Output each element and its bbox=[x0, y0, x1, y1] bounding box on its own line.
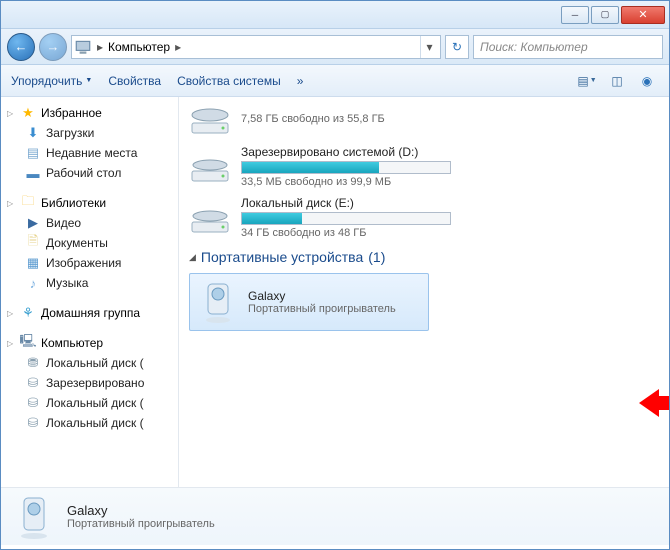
minimize-button[interactable]: ─ bbox=[561, 6, 589, 24]
toolbar: Упорядочить▼ Свойства Свойства системы »… bbox=[1, 65, 669, 97]
device-type: Портативный проигрыватель bbox=[248, 303, 396, 315]
drive-name: Локальный диск (E:) bbox=[241, 196, 659, 210]
back-button[interactable]: ← bbox=[7, 33, 35, 61]
sidebar-item-drive[interactable]: ⛁Локальный диск ( bbox=[1, 393, 178, 413]
status-name: Galaxy bbox=[67, 503, 215, 518]
download-icon: ⬇ bbox=[25, 125, 41, 141]
libraries-icon: 🗀 bbox=[20, 195, 36, 211]
nav-bar: ← → ▸ Компьютер ▸ ▾ ↻ Поиск: Компьютер bbox=[1, 29, 669, 65]
help-button[interactable]: ◉ bbox=[635, 70, 659, 92]
drive-icon: ⛁ bbox=[25, 395, 41, 411]
sidebar-favorites[interactable]: ▷★ Избранное bbox=[1, 103, 178, 123]
device-icon bbox=[198, 280, 238, 324]
toolbar-more[interactable]: » bbox=[297, 74, 304, 88]
preview-pane-button[interactable]: ◫ bbox=[605, 70, 629, 92]
device-galaxy[interactable]: Galaxy Портативный проигрыватель bbox=[189, 273, 429, 331]
sidebar-item-pictures[interactable]: ▦Изображения bbox=[1, 253, 178, 273]
drive-item[interactable]: 7,58 ГБ свободно из 55,8 ГБ bbox=[189, 101, 659, 137]
organize-menu[interactable]: Упорядочить▼ bbox=[11, 74, 92, 88]
status-bar: Galaxy Портативный проигрыватель bbox=[1, 487, 669, 545]
properties-button[interactable]: Свойства bbox=[108, 74, 161, 88]
forward-button[interactable]: → bbox=[39, 33, 67, 61]
titlebar: ─ ▢ ✕ bbox=[1, 1, 669, 29]
star-icon: ★ bbox=[20, 105, 36, 121]
annotation-arrow bbox=[639, 387, 669, 422]
recent-icon: ▤ bbox=[25, 145, 41, 161]
breadcrumb[interactable]: ▸ Компьютер ▸ ▾ bbox=[71, 35, 441, 59]
view-options-button[interactable]: ▤▼ bbox=[575, 70, 599, 92]
sidebar-homegroup[interactable]: ▷⚘ Домашняя группа bbox=[1, 303, 178, 323]
drive-icon: ⛁ bbox=[25, 415, 41, 431]
homegroup-icon: ⚘ bbox=[20, 305, 36, 321]
drive-free-text: 34 ГБ свободно из 48 ГБ bbox=[241, 227, 659, 239]
maximize-button[interactable]: ▢ bbox=[591, 6, 619, 24]
drive-free-text: 33,5 МБ свободно из 99,9 МБ bbox=[241, 176, 659, 188]
section-portable-devices[interactable]: ◢ Портативные устройства (1) bbox=[189, 249, 659, 265]
search-input[interactable]: Поиск: Компьютер bbox=[473, 35, 663, 59]
sidebar-item-desktop[interactable]: ▬Рабочий стол bbox=[1, 163, 178, 183]
picture-icon: ▦ bbox=[25, 255, 41, 271]
sidebar-item-downloads[interactable]: ⬇Загрузки bbox=[1, 123, 178, 143]
breadcrumb-item[interactable]: Компьютер bbox=[108, 40, 170, 54]
close-button[interactable]: ✕ bbox=[621, 6, 665, 24]
desktop-icon: ▬ bbox=[25, 165, 41, 181]
computer-icon: 🖳 bbox=[20, 335, 36, 351]
computer-icon bbox=[74, 38, 92, 56]
drive-free-text: 7,58 ГБ свободно из 55,8 ГБ bbox=[241, 113, 659, 125]
video-icon: ▶ bbox=[25, 215, 41, 231]
sidebar-item-recent[interactable]: ▤Недавние места bbox=[1, 143, 178, 163]
drive-icon: ⛁ bbox=[25, 375, 41, 391]
document-icon: 🗎 bbox=[25, 235, 41, 251]
drive-icon bbox=[189, 200, 231, 236]
explorer-window: ─ ▢ ✕ ← → ▸ Компьютер ▸ ▾ ↻ Поиск: Компь… bbox=[0, 0, 670, 550]
sidebar-item-drive[interactable]: ⛃Локальный диск ( bbox=[1, 353, 178, 373]
drive-name: Зарезервировано системой (D:) bbox=[241, 145, 659, 159]
sidebar-item-documents[interactable]: 🗎Документы bbox=[1, 233, 178, 253]
body: ▷★ Избранное ⬇Загрузки ▤Недавние места ▬… bbox=[1, 97, 669, 487]
sidebar-computer[interactable]: ▷🖳 Компьютер bbox=[1, 333, 178, 353]
drive-icon: ⛃ bbox=[25, 355, 41, 371]
drive-icon bbox=[189, 149, 231, 185]
sidebar-item-music[interactable]: ♪Музыка bbox=[1, 273, 178, 293]
main-pane: 7,58 ГБ свободно из 55,8 ГБ Зарезервиров… bbox=[179, 97, 669, 487]
sidebar-item-drive[interactable]: ⛁Локальный диск ( bbox=[1, 413, 178, 433]
sidebar-item-videos[interactable]: ▶Видео bbox=[1, 213, 178, 233]
drive-icon bbox=[189, 101, 231, 137]
breadcrumb-dropdown[interactable]: ▾ bbox=[420, 36, 438, 58]
device-name: Galaxy bbox=[248, 289, 396, 303]
capacity-bar bbox=[241, 161, 451, 174]
sidebar-item-drive[interactable]: ⛁Зарезервировано bbox=[1, 373, 178, 393]
drive-item[interactable]: Локальный диск (E:) 34 ГБ свободно из 48… bbox=[189, 196, 659, 239]
music-icon: ♪ bbox=[25, 275, 41, 291]
device-icon bbox=[13, 494, 55, 540]
system-properties-button[interactable]: Свойства системы bbox=[177, 74, 281, 88]
sidebar: ▷★ Избранное ⬇Загрузки ▤Недавние места ▬… bbox=[1, 97, 179, 487]
status-type: Портативный проигрыватель bbox=[67, 518, 215, 530]
search-placeholder: Поиск: Компьютер bbox=[480, 40, 588, 54]
capacity-bar bbox=[241, 212, 451, 225]
refresh-button[interactable]: ↻ bbox=[445, 35, 469, 59]
chevron-right-icon: ▸ bbox=[170, 40, 186, 54]
collapse-icon: ◢ bbox=[189, 252, 196, 263]
chevron-right-icon: ▸ bbox=[92, 40, 108, 54]
drive-item[interactable]: Зарезервировано системой (D:) 33,5 МБ св… bbox=[189, 145, 659, 188]
sidebar-libraries[interactable]: ▷🗀 Библиотеки bbox=[1, 193, 178, 213]
